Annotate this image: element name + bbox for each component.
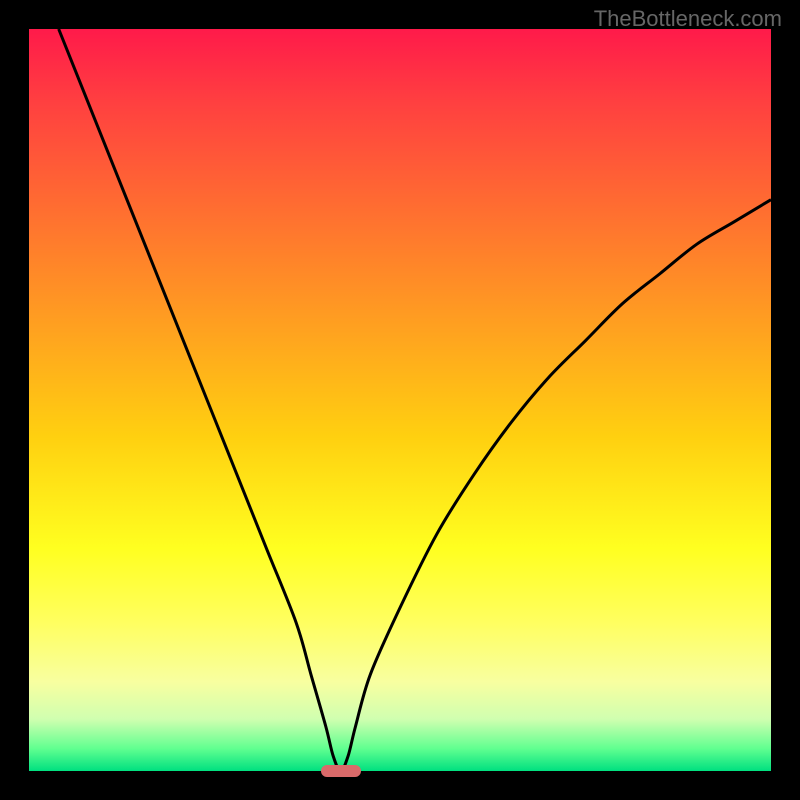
bottleneck-curve [29,29,771,771]
chart-plot-area [29,29,771,771]
optimal-point-marker [321,765,361,777]
watermark-text: TheBottleneck.com [594,6,782,32]
